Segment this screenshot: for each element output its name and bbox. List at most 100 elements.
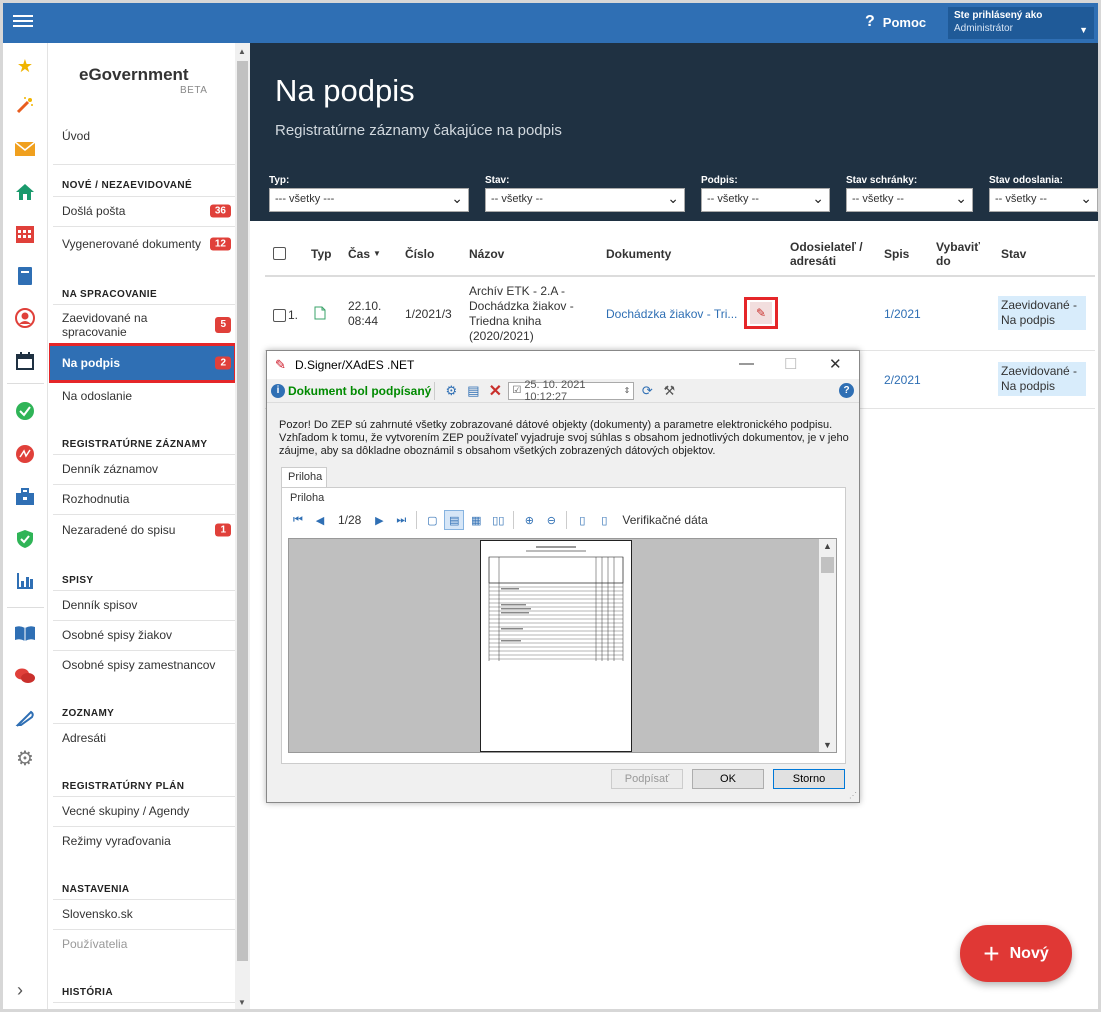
last-page-icon[interactable]: ⏭: [391, 510, 411, 530]
nav-item-osobne-zamestnancov[interactable]: Osobné spisy zamestnancov: [49, 650, 235, 680]
help-icon[interactable]: ?: [839, 383, 854, 398]
filter-typ-select[interactable]: --- všetky ---: [269, 188, 469, 212]
nav-item-osobne-ziakov[interactable]: Osobné spisy žiakov: [49, 620, 235, 650]
row-checkbox[interactable]: 1.: [273, 308, 298, 322]
scroll-down-icon[interactable]: ▼: [238, 998, 246, 1007]
timestamp-checkbox-icon[interactable]: ☑: [512, 385, 521, 396]
feather-pen-icon[interactable]: [13, 706, 37, 730]
nav-item-vecne-skupiny[interactable]: Vecné skupiny / Agendy: [49, 796, 235, 826]
nav-item-uvod[interactable]: Úvod: [49, 121, 235, 151]
tab-priloha[interactable]: Priloha: [281, 467, 327, 487]
nav-item-rezimy[interactable]: Režimy vyraďovania: [49, 826, 235, 856]
signature-badge-icon[interactable]: [13, 442, 37, 466]
header-nazov[interactable]: Názov: [469, 231, 504, 276]
two-page-icon[interactable]: ▯▯: [488, 510, 508, 530]
page-icon[interactable]: ▯: [572, 510, 592, 530]
user-icon[interactable]: [13, 306, 37, 330]
chevron-right-icon[interactable]: ›: [17, 980, 23, 1001]
check-circle-icon[interactable]: [13, 399, 37, 423]
gear-icon[interactable]: ⚙: [13, 746, 37, 770]
ok-button[interactable]: OK: [692, 769, 764, 789]
nav-item-dennik-zaznamov[interactable]: Denník záznamov: [49, 454, 235, 484]
nav-item-slovensko[interactable]: Slovensko.sk: [49, 899, 235, 929]
header-dokumenty[interactable]: Dokumenty: [606, 231, 671, 276]
page-alt-icon[interactable]: ▯: [594, 510, 614, 530]
bar-chart-icon[interactable]: [13, 569, 37, 593]
zoom-out-icon[interactable]: ⊖: [541, 510, 561, 530]
chat-icon[interactable]: [13, 664, 37, 688]
scroll-up-icon[interactable]: ▲: [823, 541, 832, 551]
dialog-titlebar[interactable]: ✎ D.Signer/XAdES .NET — ☐ ✕: [267, 351, 859, 379]
scroll-down-icon[interactable]: ▼: [823, 740, 832, 750]
nav-item-dosla-posta[interactable]: Došlá pošta 36: [49, 196, 235, 226]
nav-item-pouzivatelia[interactable]: Používatelia: [49, 929, 235, 959]
single-page-icon[interactable]: ▢: [422, 510, 442, 530]
calendar-icon[interactable]: [13, 349, 37, 373]
maximize-icon[interactable]: ☐: [784, 355, 797, 373]
home-icon[interactable]: [13, 180, 37, 204]
nav-item-vygenerovane[interactable]: Vygenerované dokumenty 12: [49, 229, 235, 259]
help-link[interactable]: ? Pomoc: [865, 13, 926, 31]
first-page-icon[interactable]: ⏮: [288, 510, 308, 530]
document-icon[interactable]: ▤: [464, 382, 482, 400]
header-odosielatel[interactable]: Odosielateľ / adresáti: [790, 231, 875, 276]
nav-item-dennik-spisov[interactable]: Denník spisov: [49, 590, 235, 620]
sign-button[interactable]: Podpísať: [611, 769, 683, 789]
nav-item-na-odoslanie[interactable]: Na odoslanie: [49, 381, 235, 411]
resize-grip-icon[interactable]: ⋰: [849, 791, 857, 800]
nav-item-adresati[interactable]: Adresáti: [49, 723, 235, 753]
scroll-thumb[interactable]: [237, 61, 248, 961]
new-record-button[interactable]: + Nový: [960, 925, 1072, 982]
refresh-doc-icon[interactable]: ⟳: [638, 382, 656, 400]
select-all-checkbox[interactable]: [273, 231, 286, 276]
magic-wand-icon[interactable]: [13, 93, 37, 117]
prev-page-icon[interactable]: ◀: [310, 510, 330, 530]
fit-width-icon[interactable]: ▤: [444, 510, 465, 530]
row-spis-link[interactable]: 2/2021: [884, 373, 921, 387]
header-spis[interactable]: Spis: [884, 231, 909, 276]
filter-podpis-select[interactable]: -- všetky --: [701, 188, 830, 212]
scroll-thumb[interactable]: [821, 557, 834, 573]
next-page-icon[interactable]: ▶: [369, 510, 389, 530]
header-cas[interactable]: Čas ▼: [348, 231, 381, 276]
sidebar-scrollbar[interactable]: ▲ ▼: [235, 43, 250, 1009]
header-stav[interactable]: Stav: [1001, 231, 1026, 276]
row-document-link[interactable]: Dochádzka žiakov - Tri...: [606, 307, 737, 321]
close-icon[interactable]: ✕: [829, 355, 842, 373]
calendar-grid-icon[interactable]: [13, 222, 37, 246]
spinner-icon[interactable]: ⇕: [624, 386, 631, 395]
header-typ[interactable]: Typ: [311, 231, 331, 276]
filter-schranka-select[interactable]: -- všetky --: [846, 188, 973, 212]
filter-stav-select[interactable]: -- všetky --: [485, 188, 685, 212]
briefcase-icon[interactable]: [13, 485, 37, 509]
grid-view-icon[interactable]: ▦: [466, 510, 486, 530]
book-icon[interactable]: [13, 264, 37, 288]
open-book-icon[interactable]: [13, 621, 37, 645]
nav-item-nezaradene[interactable]: Nezaradené do spisu 1: [49, 515, 235, 545]
nav-item-rozhodnutia[interactable]: Rozhodnutia: [49, 484, 235, 514]
verification-data-link[interactable]: Verifikačné dáta: [622, 513, 707, 527]
table-row[interactable]: 1. 22.10. 08:44 1/2021/3 Archív ETK - 2.A…: [265, 277, 1095, 351]
timestamp-picker[interactable]: ☑ 25. 10. 2021 10:12:27 ⇕: [508, 379, 635, 403]
star-icon[interactable]: ★: [13, 54, 37, 78]
filter-odoslania-select[interactable]: -- všetky --: [989, 188, 1098, 212]
scroll-up-icon[interactable]: ▲: [238, 47, 246, 56]
sign-edit-button[interactable]: ✎: [744, 297, 778, 329]
settings-doc-icon[interactable]: ⚙: [442, 382, 460, 400]
header-vybavit[interactable]: Vybaviť do: [936, 231, 986, 276]
user-menu[interactable]: Ste prihlásený ako Administrátor ▼: [948, 7, 1094, 39]
zoom-in-icon[interactable]: ⊕: [519, 510, 539, 530]
header-cislo[interactable]: Číslo: [405, 231, 434, 276]
envelope-icon[interactable]: [13, 137, 37, 161]
document-viewer[interactable]: ▲ ▼: [288, 538, 837, 753]
viewer-scrollbar[interactable]: ▲ ▼: [819, 539, 836, 752]
shield-check-icon[interactable]: [13, 527, 37, 551]
tools-icon[interactable]: ⚒: [660, 382, 678, 400]
minimize-icon[interactable]: —: [739, 355, 754, 372]
nav-item-na-podpis[interactable]: Na podpis 2: [49, 343, 235, 383]
nav-item-zaevidovane[interactable]: Zaevidované na spracovanie 5: [49, 307, 231, 343]
row-spis-link[interactable]: 1/2021: [884, 307, 921, 321]
hamburger-menu-icon[interactable]: [13, 12, 33, 32]
cancel-button[interactable]: Storno: [773, 769, 845, 789]
delete-icon[interactable]: ✕: [486, 382, 504, 400]
